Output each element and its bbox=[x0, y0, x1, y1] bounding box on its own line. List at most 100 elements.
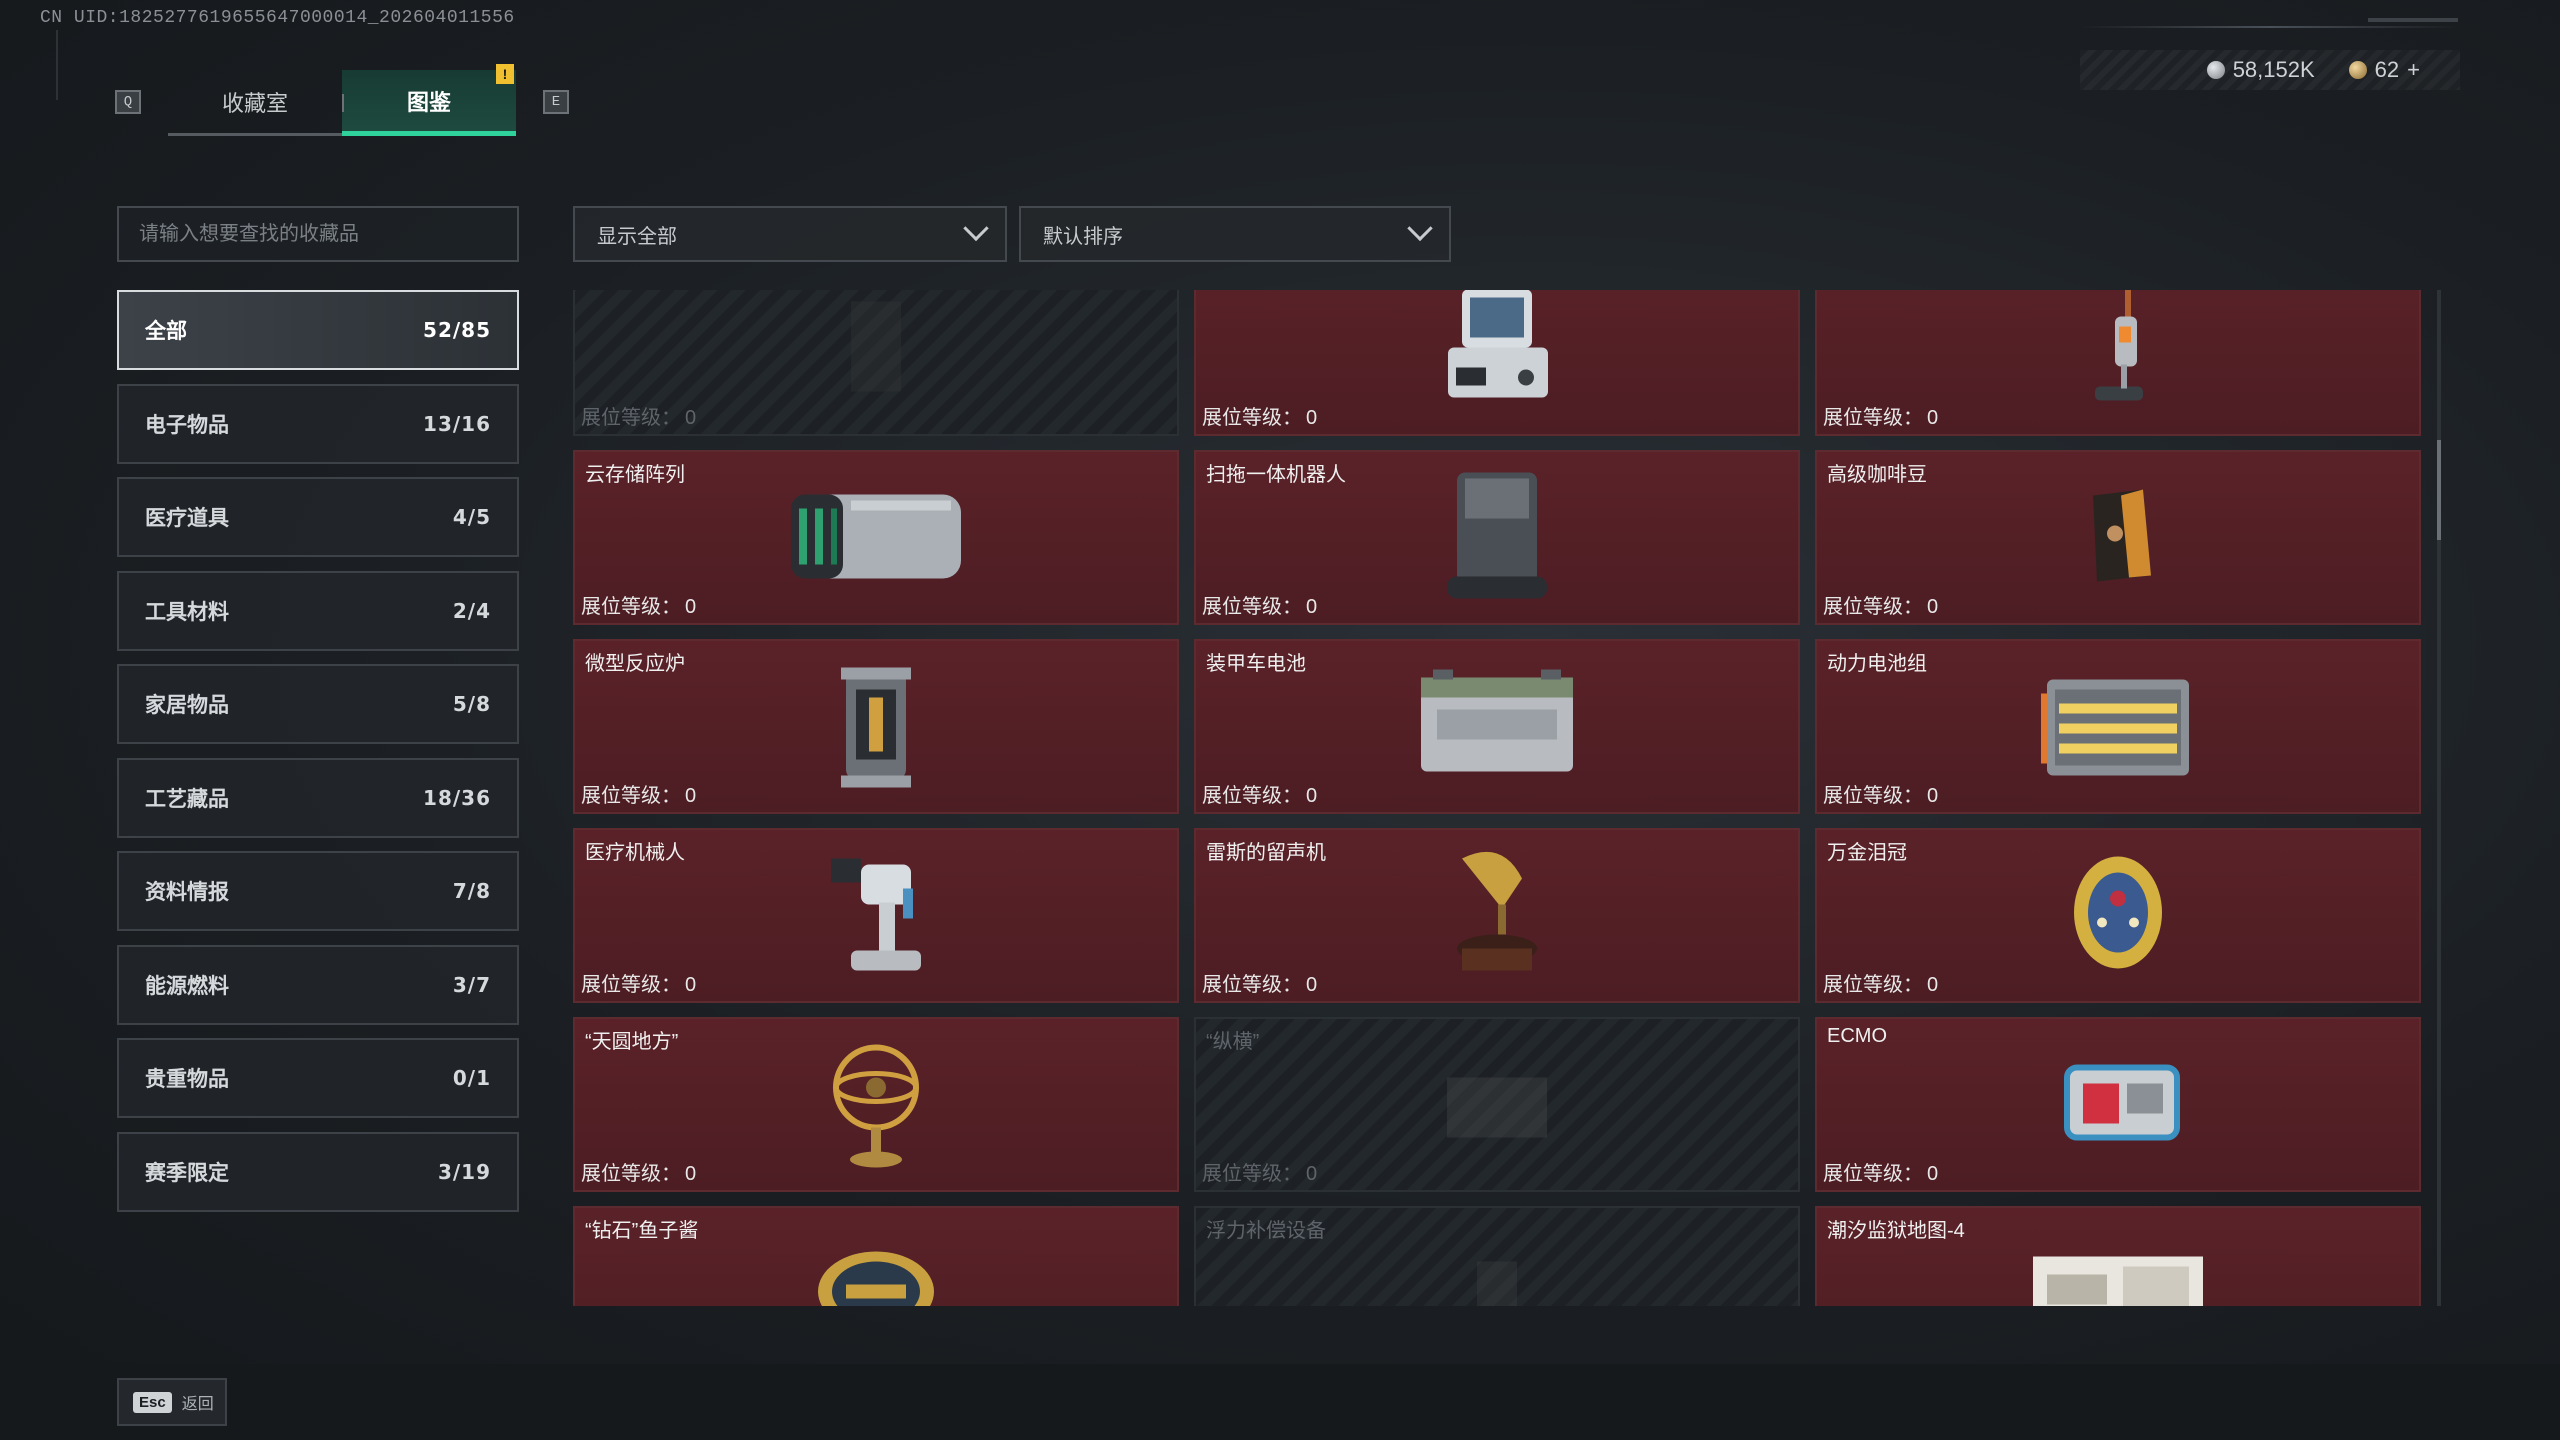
item-name: “天圆地方” bbox=[585, 1031, 679, 1053]
category-item[interactable]: 资料情报 7/8 bbox=[117, 851, 519, 931]
collection-grid-viewport[interactable]: 展位等级： 0 展位等级： 0 展位等级： 0 云存储阵列 展位等级： 0 扫拖一体机器人 展位等级… bbox=[573, 290, 2428, 1306]
category-label: 家居物品 bbox=[145, 694, 229, 717]
e-key-hint[interactable]: E bbox=[543, 90, 569, 114]
collection-card[interactable]: 展位等级： 0 bbox=[1194, 290, 1800, 436]
collection-card[interactable]: “纵横” 展位等级： 0 bbox=[1194, 1017, 1800, 1192]
collection-card[interactable]: 展位等级： 0 bbox=[1815, 290, 2421, 436]
collection-card[interactable]: 云存储阵列 展位等级： 0 bbox=[573, 450, 1179, 625]
category-label: 贵重物品 bbox=[145, 1068, 229, 1091]
booth-level-value: 0 bbox=[1927, 785, 1939, 807]
booth-level-value: 0 bbox=[1927, 596, 1939, 618]
collection-card[interactable]: 医疗机械人展位等级： 0 bbox=[573, 828, 1179, 1003]
booth-level: 展位等级： 0 bbox=[581, 779, 696, 808]
category-count: 13/16 bbox=[423, 411, 491, 436]
category-label: 能源燃料 bbox=[145, 974, 229, 998]
category-count: 3/19 bbox=[437, 1159, 491, 1184]
storage-array-icon bbox=[771, 470, 981, 605]
collection-card[interactable]: 万金泪冠 展位等级： 0 bbox=[1815, 828, 2421, 1003]
category-item[interactable]: 家居物品 5/8 bbox=[117, 664, 519, 744]
collection-card[interactable]: 浮力补偿设备展位等级：0 bbox=[1194, 1206, 1800, 1306]
category-item[interactable]: 医疗道具 4/5 bbox=[117, 477, 519, 557]
booth-level-label: 展位等级： bbox=[1823, 407, 1923, 429]
item-name: 装甲车电池 bbox=[1206, 653, 1306, 675]
booth-level-value: 0 bbox=[1306, 596, 1318, 618]
collection-card[interactable]: “天圆地方” 展位等级： 0 bbox=[573, 1017, 1179, 1192]
item-name: “纵横” bbox=[1206, 1031, 1260, 1053]
collection-card[interactable]: 装甲车电池展位等级： 0 bbox=[1194, 639, 1800, 814]
category-item[interactable]: 工具材料 2/4 bbox=[117, 570, 519, 651]
booth-level-label: 展位等级： bbox=[581, 974, 681, 996]
booth-level-label: 展位等级： bbox=[1202, 596, 1302, 618]
item-name: 云存储阵列 bbox=[585, 464, 685, 486]
silver-coin-icon bbox=[2206, 61, 2225, 79]
booth-level: 展位等级： 0 bbox=[1202, 590, 1317, 619]
collection-card[interactable]: 扫拖一体机器人 展位等级： 0 bbox=[1194, 450, 1800, 625]
collection-card[interactable]: “钻石”鱼子酱展位等级：0 bbox=[573, 1206, 1179, 1306]
collection-card[interactable]: 雷斯的留声机 展位等级： 0 bbox=[1194, 828, 1800, 1003]
silver-currency: 58,152K bbox=[2206, 57, 2315, 83]
locked-placeholder-icon bbox=[841, 291, 911, 406]
collection-card[interactable]: 高级咖啡豆 展位等级： 0 bbox=[1815, 450, 2421, 625]
booth-level: 展位等级： 0 bbox=[1823, 1157, 1938, 1186]
category-label: 电子物品 bbox=[145, 413, 229, 437]
computer-terminal-icon bbox=[1432, 290, 1562, 416]
collection-grid: 展位等级： 0 展位等级： 0 展位等级： 0 云存储阵列 展位等级： 0 扫拖一体机器人 展位等级… bbox=[573, 290, 2428, 1306]
category-item[interactable]: 电子物品 13/16 bbox=[117, 383, 519, 464]
booth-level: 展位等级： 0 bbox=[1202, 1157, 1317, 1186]
category-count: 52/85 bbox=[423, 318, 491, 342]
chessboard-icon bbox=[1432, 1047, 1562, 1162]
back-label: 返回 bbox=[181, 1396, 214, 1413]
booth-level-value: 0 bbox=[1927, 407, 1939, 429]
collection-card[interactable]: 潮汐监狱地图-4展位等级：0 bbox=[1815, 1206, 2421, 1306]
booth-level: 展位等级： 0 bbox=[581, 1157, 696, 1186]
category-label: 工艺藏品 bbox=[145, 787, 229, 811]
booth-level-value: 0 bbox=[1306, 1163, 1318, 1185]
sort-dropdown[interactable]: 默认排序 bbox=[1019, 206, 1451, 262]
collection-card[interactable]: 微型反应炉 展位等级： 0 bbox=[573, 639, 1179, 814]
armillary-sphere-icon bbox=[821, 1027, 931, 1182]
category-label: 全部 bbox=[145, 320, 187, 343]
booth-level: 展位等级： 0 bbox=[1823, 968, 1938, 997]
grid-scrollbar[interactable] bbox=[2437, 290, 2441, 1306]
bottom-bar bbox=[0, 1364, 2560, 1440]
collection-card[interactable]: ECMO 展位等级： 0 bbox=[1815, 1017, 2421, 1192]
category-item[interactable]: 贵重物品 0/1 bbox=[117, 1038, 519, 1118]
jeweled-egg-icon bbox=[2058, 838, 2178, 993]
booth-level-value: 0 bbox=[685, 1163, 697, 1185]
vehicle-battery-icon bbox=[1407, 659, 1587, 794]
booth-level-value: 0 bbox=[1306, 974, 1318, 996]
category-item[interactable]: 能源燃料 3/7 bbox=[117, 944, 519, 1025]
category-count: 18/36 bbox=[423, 785, 491, 810]
add-currency-button[interactable]: + bbox=[2407, 57, 2420, 83]
collection-card[interactable]: 动力电池组 展位等级： 0 bbox=[1815, 639, 2421, 814]
category-item[interactable]: 全部 52/85 bbox=[117, 290, 519, 370]
booth-level-value: 0 bbox=[1927, 974, 1939, 996]
medical-robot-icon bbox=[821, 838, 931, 993]
booth-level-label: 展位等级： bbox=[1823, 974, 1923, 996]
back-button[interactable]: Esc 返回 bbox=[117, 1378, 227, 1426]
collection-card[interactable]: 展位等级： 0 bbox=[573, 290, 1179, 436]
q-key-hint[interactable]: Q bbox=[115, 90, 141, 114]
caviar-tin-icon bbox=[811, 1246, 941, 1306]
booth-level-value: 0 bbox=[1306, 785, 1318, 807]
scroll-thumb[interactable] bbox=[2437, 440, 2441, 540]
booth-level: 展位等级： 0 bbox=[1202, 779, 1317, 808]
filter-dropdown[interactable]: 显示全部 bbox=[573, 206, 1007, 262]
category-item[interactable]: 工艺藏品 18/36 bbox=[117, 757, 519, 838]
tab-label: 图鉴 bbox=[406, 89, 451, 115]
booth-level: 展位等级： 0 bbox=[581, 968, 696, 997]
tab-separator bbox=[342, 94, 344, 112]
tab-codex[interactable]: 图鉴 ! bbox=[342, 64, 516, 136]
category-count: 4/5 bbox=[452, 505, 491, 529]
booth-level: 展位等级： 0 bbox=[1202, 401, 1317, 430]
category-item[interactable]: 赛季限定 3/19 bbox=[117, 1131, 519, 1212]
tab-collection-room[interactable]: 收藏室 bbox=[168, 70, 342, 136]
gold-currency[interactable]: 62 + bbox=[2348, 57, 2420, 83]
mop-robot-icon bbox=[1437, 460, 1557, 615]
item-name: 医疗机械人 bbox=[585, 842, 685, 864]
search-input[interactable] bbox=[139, 222, 497, 246]
booth-level-label: 展位等级： bbox=[1823, 785, 1923, 807]
silver-amount: 58,152K bbox=[2232, 57, 2315, 82]
booth-level-label: 展位等级： bbox=[581, 785, 681, 807]
booth-level-value: 0 bbox=[685, 407, 697, 429]
